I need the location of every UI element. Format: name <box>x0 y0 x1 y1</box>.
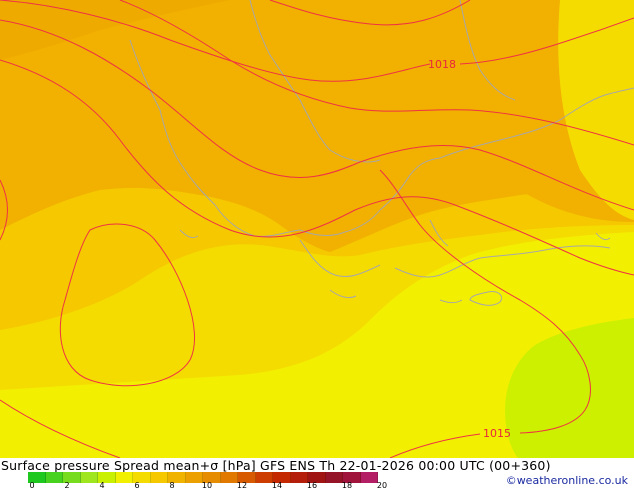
spread-map: 1018 1015 <box>0 0 634 458</box>
scale-tick-label: 0 <box>29 481 35 490</box>
scale-swatch <box>325 472 343 483</box>
scale-swatch <box>255 472 273 483</box>
scale-tick-label: 18 <box>341 481 353 490</box>
scale-tick-label: 4 <box>99 481 105 490</box>
scale-tick-label: 10 <box>201 481 213 490</box>
scale-swatch <box>290 472 308 483</box>
scale-tick-label: 8 <box>169 481 175 490</box>
scale-swatch <box>360 472 378 483</box>
scale-swatch <box>150 472 168 483</box>
map-caption: Surface pressure Spread mean+σ [hPa] GFS… <box>1 458 551 473</box>
scale-tick-label: 12 <box>236 481 248 490</box>
credit-link[interactable]: ©weatheronline.co.uk <box>506 474 628 487</box>
scale-tick-label: 2 <box>64 481 70 490</box>
map-figure: 1018 1015 Surface pressure Spread mean+σ… <box>0 0 634 490</box>
scale-swatch <box>220 472 238 483</box>
map-footer: Surface pressure Spread mean+σ [hPa] GFS… <box>0 458 634 490</box>
scale-swatch <box>185 472 203 483</box>
scale-swatch <box>45 472 63 483</box>
scale-tick-label: 20 <box>376 481 388 490</box>
scale-tick-label: 14 <box>271 481 283 490</box>
isobar-label-1018: 1018 <box>428 58 456 71</box>
scale-swatch <box>80 472 98 483</box>
isobar-label-1015: 1015 <box>483 427 511 440</box>
scale-tick-label: 6 <box>134 481 140 490</box>
scale-tick-label: 16 <box>306 481 318 490</box>
scale-swatch <box>115 472 133 483</box>
